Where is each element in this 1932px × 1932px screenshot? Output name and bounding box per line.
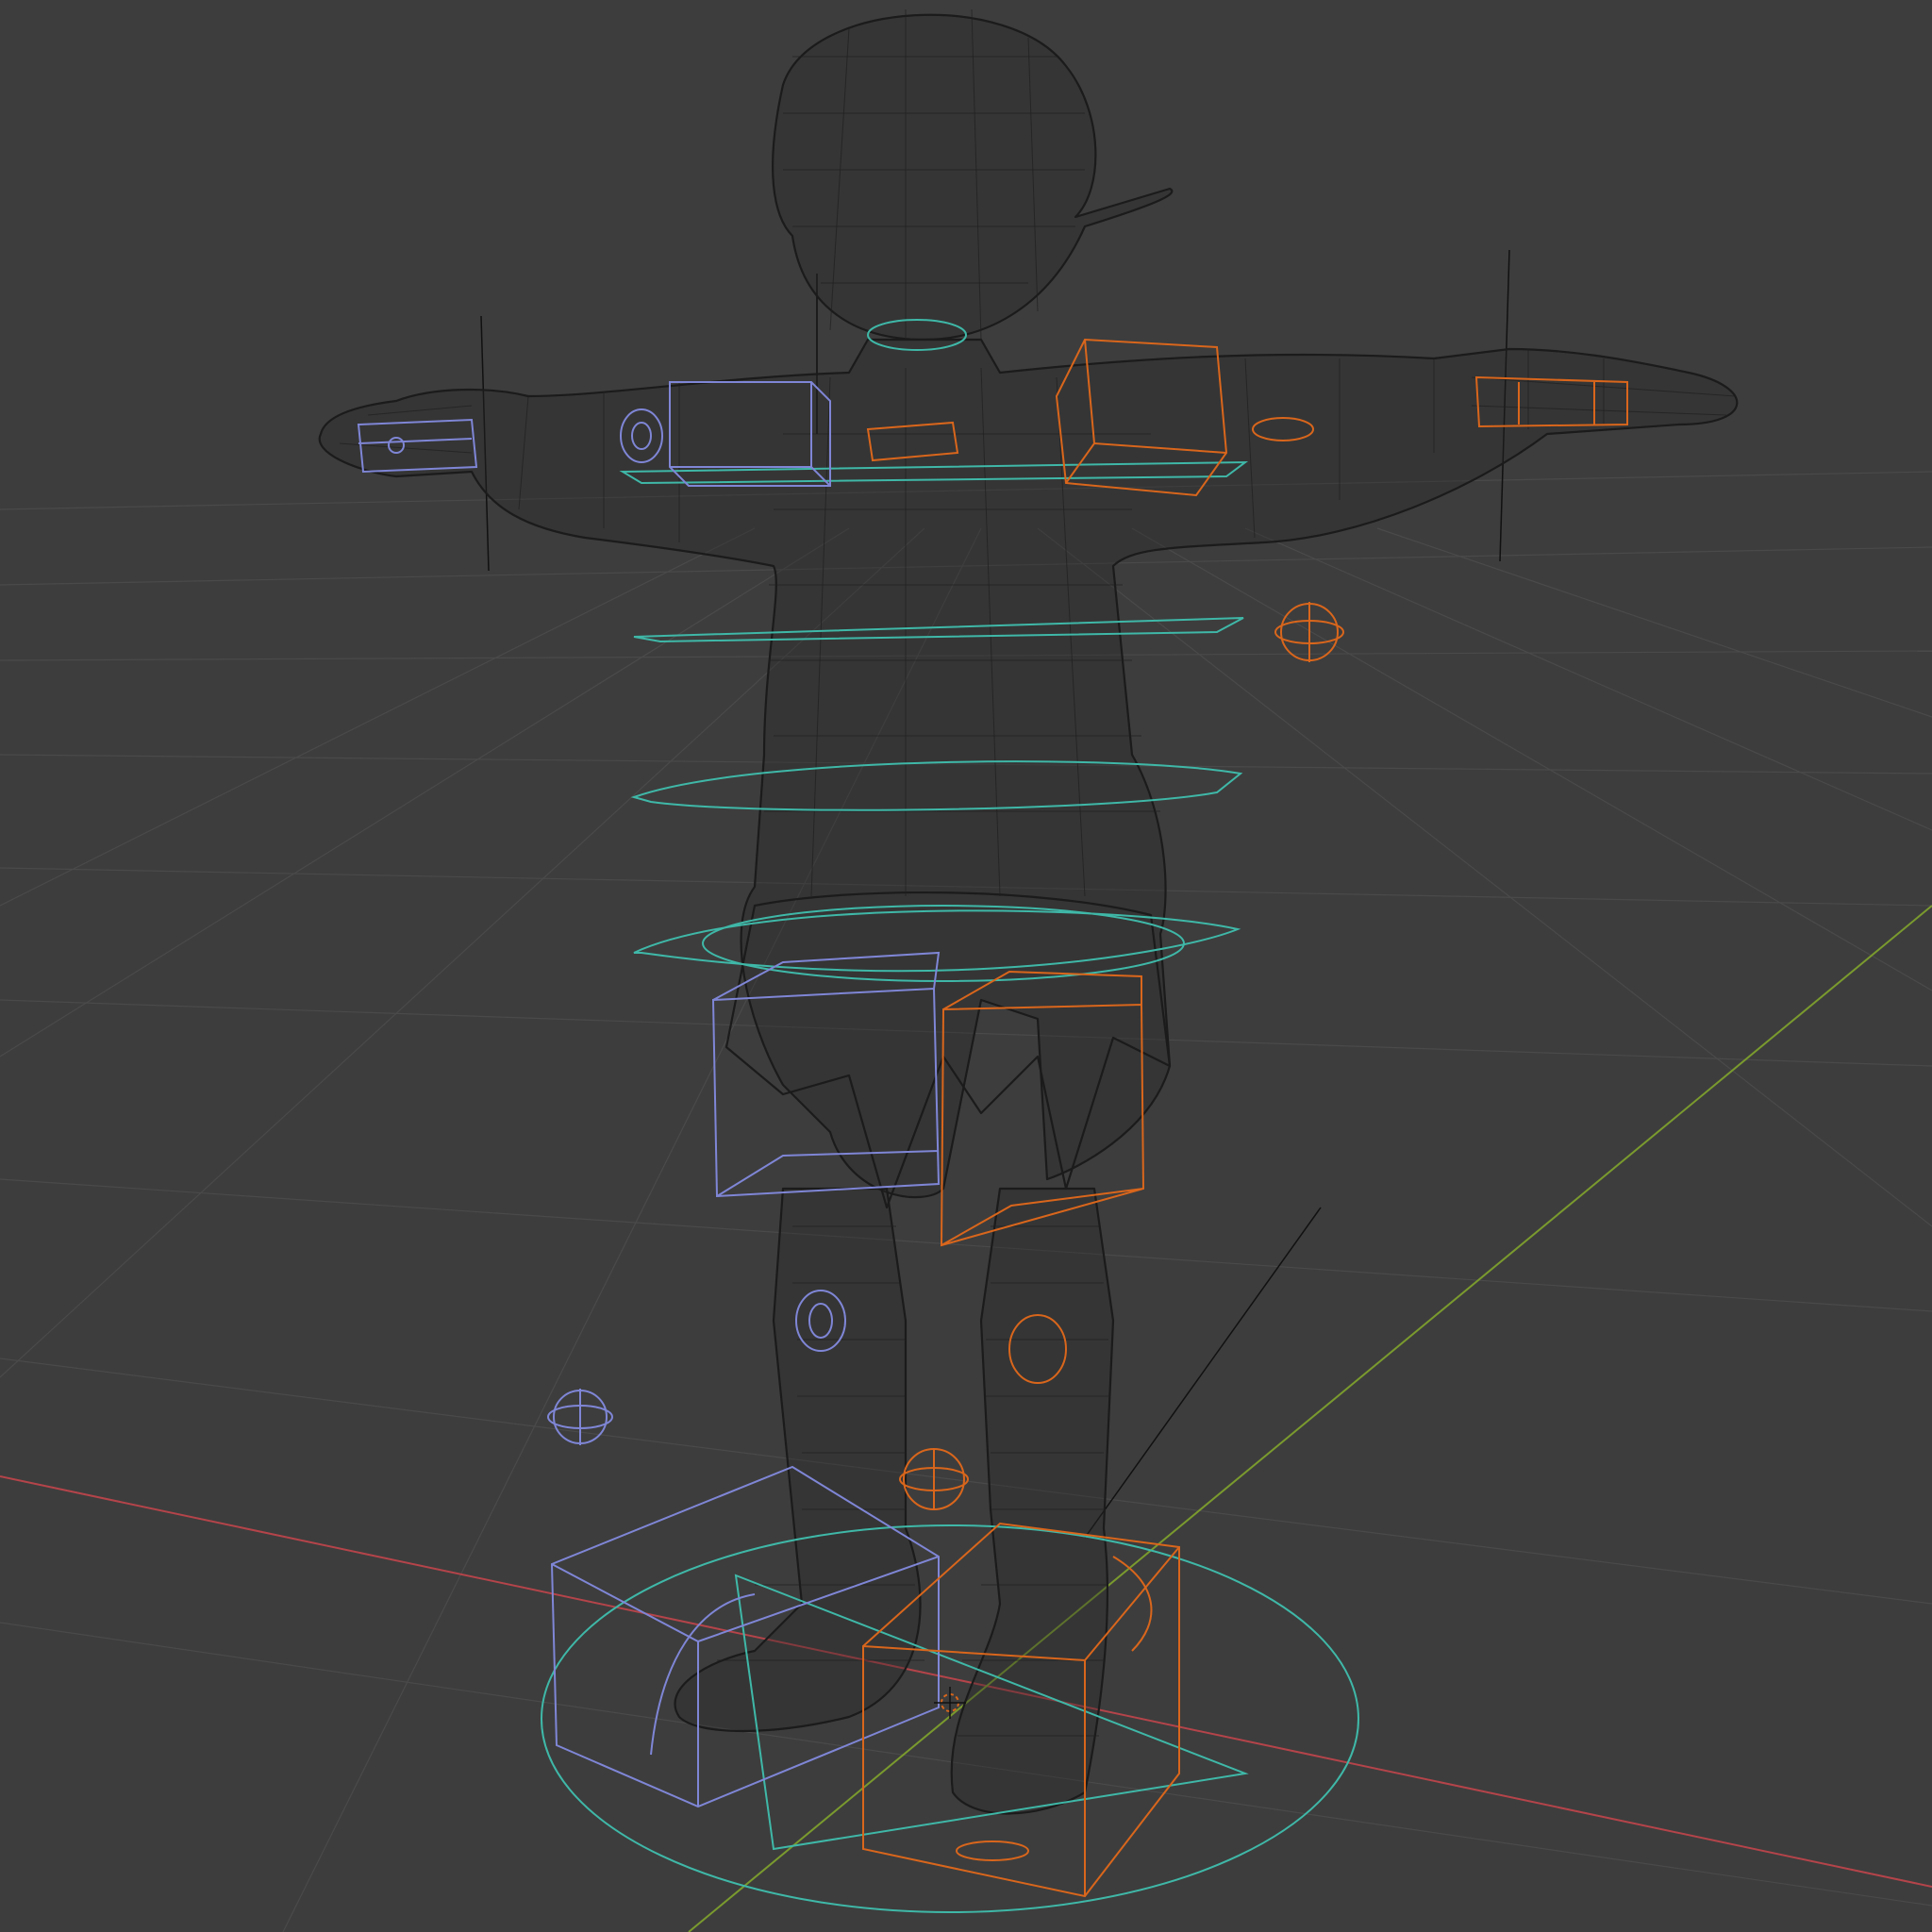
- viewport-canvas[interactable]: [0, 0, 1932, 1932]
- right-heel-control[interactable]: [956, 1840, 1029, 1861]
- 3d-viewport[interactable]: [0, 0, 1932, 1932]
- x-axis-line: [0, 1475, 1932, 1888]
- guide-line-diagonal: [1084, 1207, 1322, 1539]
